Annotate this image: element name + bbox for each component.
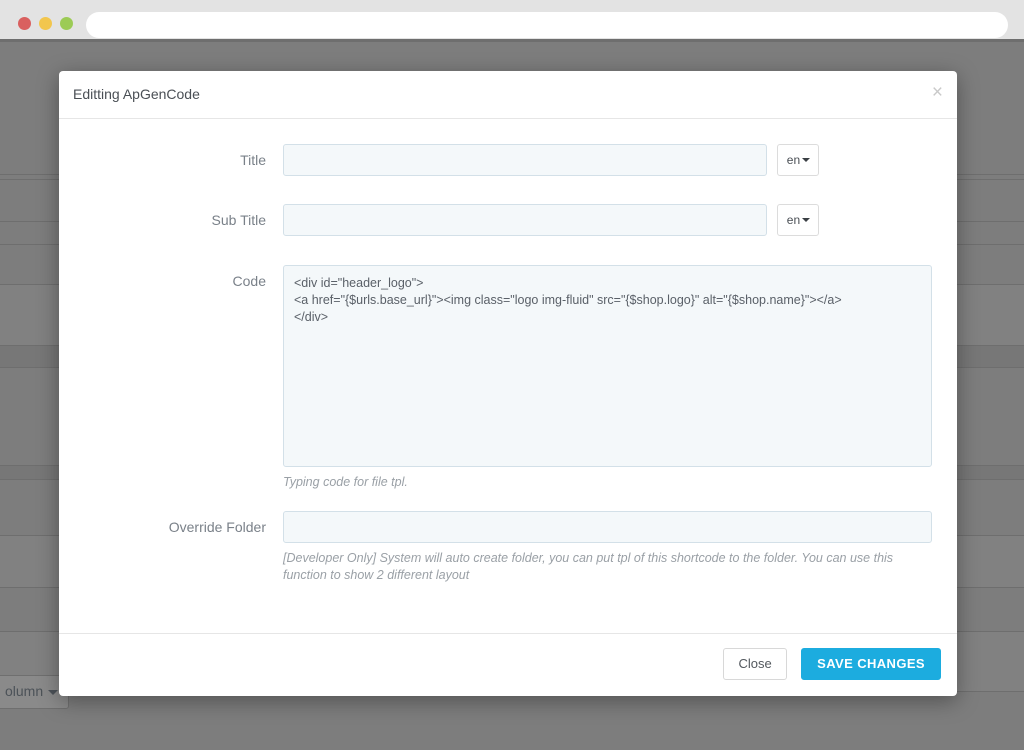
title-label: Title [240,152,266,168]
minimize-window-dot[interactable] [39,17,52,30]
modal-footer: Close SAVE CHANGES [59,633,957,695]
sub-title-language-select[interactable]: en [777,204,820,236]
override-folder-field-row: Override Folder [Developer Only] System … [59,511,957,584]
title-field-row: Title en [59,144,957,176]
sub-title-field-wrap: en [283,204,957,236]
code-help-text: Typing code for file tpl. [283,475,408,489]
maximize-window-dot[interactable] [60,17,73,30]
chevron-down-icon [48,689,59,695]
code-field-row: Code <div id="header_logo"> <a href="{$u… [59,265,957,491]
background-column-dropdown-label: olumn [5,683,44,699]
code-label: Code [232,273,266,289]
url-input[interactable] [86,12,1008,38]
title-input[interactable] [283,144,767,176]
modal-body: Title en Sub Title en Code <div id="head… [59,119,957,633]
sub-title-language-value: en [786,213,801,227]
modal-title: Editting ApGenCode [73,86,200,102]
close-button[interactable]: Close [723,648,787,680]
chevron-down-icon [802,158,811,163]
sub-title-field-row: Sub Title en [59,204,957,236]
override-folder-help-text: [Developer Only] System will auto create… [283,551,894,582]
save-changes-button[interactable]: SAVE CHANGES [801,648,941,680]
title-field-wrap: en [283,144,957,176]
override-folder-field-wrap: [Developer Only] System will auto create… [283,511,957,584]
override-folder-label: Override Folder [168,519,266,535]
edit-shortcode-modal: Editting ApGenCode × Title en Sub Title … [59,71,957,696]
close-window-dot[interactable] [18,17,31,30]
title-language-value: en [786,153,801,167]
close-icon[interactable]: × [932,83,943,102]
window-traffic-lights [18,17,73,30]
code-textarea[interactable]: <div id="header_logo"> <a href="{$urls.b… [283,265,932,467]
code-field-wrap: <div id="header_logo"> <a href="{$urls.b… [283,265,957,491]
title-language-select[interactable]: en [777,144,820,176]
browser-chrome [0,0,1024,40]
sub-title-label: Sub Title [211,212,266,228]
modal-header: Editting ApGenCode × [59,71,957,119]
sub-title-input[interactable] [283,204,767,236]
chevron-down-icon [802,218,811,223]
override-folder-input[interactable] [283,511,932,543]
